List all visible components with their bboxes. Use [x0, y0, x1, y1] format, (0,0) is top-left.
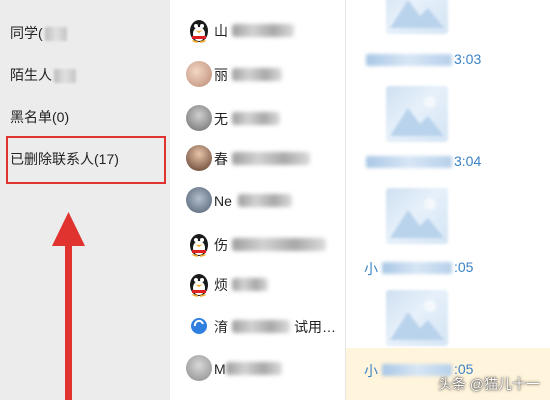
message-sender: 小 [364, 363, 378, 379]
red-arrow-annotation [52, 212, 85, 400]
message-time-row: 3:04 [364, 152, 544, 172]
photo-avatar [186, 355, 212, 381]
contact-name: 烦 [214, 277, 228, 293]
contact-row[interactable]: 伤 [186, 228, 345, 262]
contact-name-suffix: 试用… [294, 319, 336, 335]
qq-penguin-icon [186, 17, 212, 43]
qq-penguin-icon [186, 271, 212, 297]
message-time-row: 小 :05 [364, 258, 544, 278]
blurred-sender [366, 54, 452, 66]
blurred-name [232, 152, 310, 165]
message-sender: 小 [364, 261, 378, 277]
contact-name: 淯 [214, 319, 228, 335]
contact-name: Ne [214, 193, 232, 209]
qq-penguin-icon [186, 231, 212, 257]
contact-list: 山 丽 无 春 Ne 伤 烦 淯 试用… M [170, 0, 345, 400]
contact-row[interactable]: M [186, 352, 345, 386]
contact-row[interactable]: 烦 [186, 268, 345, 302]
image-thumbnail[interactable] [386, 290, 448, 346]
image-thumbnail[interactable] [386, 86, 448, 142]
blurred-name [232, 112, 280, 125]
contact-name: 春 [214, 151, 228, 167]
contact-name: M [214, 361, 226, 377]
image-thumbnail[interactable] [386, 0, 448, 34]
contact-row[interactable]: 丽 [186, 58, 345, 92]
contact-row[interactable]: 淯 试用… [186, 310, 345, 344]
message-time: 3:04 [454, 153, 482, 169]
message-time: :05 [454, 259, 474, 275]
contact-row[interactable]: Ne [186, 184, 345, 218]
contact-row[interactable]: 无 [186, 102, 345, 136]
blurred-name [232, 238, 326, 251]
blurred-sender [366, 156, 452, 168]
blurred-name [238, 194, 292, 207]
contact-row[interactable]: 山 [186, 14, 345, 48]
blurred-name [232, 320, 290, 333]
blurred-name [226, 362, 282, 375]
message-panel: 3:03 3:04 小 :05 小 :05 [345, 0, 550, 400]
message-time-row: 3:03 [364, 50, 544, 70]
photo-avatar [186, 105, 212, 131]
message-time: 3:03 [454, 51, 482, 67]
watermark: 头条 @猫儿十一 [437, 376, 540, 392]
contact-name: 丽 [214, 67, 228, 83]
blurred-name [232, 24, 294, 37]
blurred-name [232, 278, 268, 291]
contact-group-pane: 同学( 陌生人 黑名单(0) 已删除联系人(17) [0, 0, 170, 400]
contact-name: 伤 [214, 237, 228, 253]
blue-app-icon [186, 313, 212, 339]
image-thumbnail[interactable] [386, 188, 448, 244]
photo-avatar [186, 187, 212, 213]
photo-avatar [186, 61, 212, 87]
contact-row[interactable]: 春 [186, 142, 345, 176]
blurred-name [232, 68, 282, 81]
photo-avatar [186, 145, 212, 171]
contact-name: 无 [214, 111, 228, 127]
blurred-sender [382, 262, 452, 274]
contact-name: 山 [214, 23, 228, 39]
